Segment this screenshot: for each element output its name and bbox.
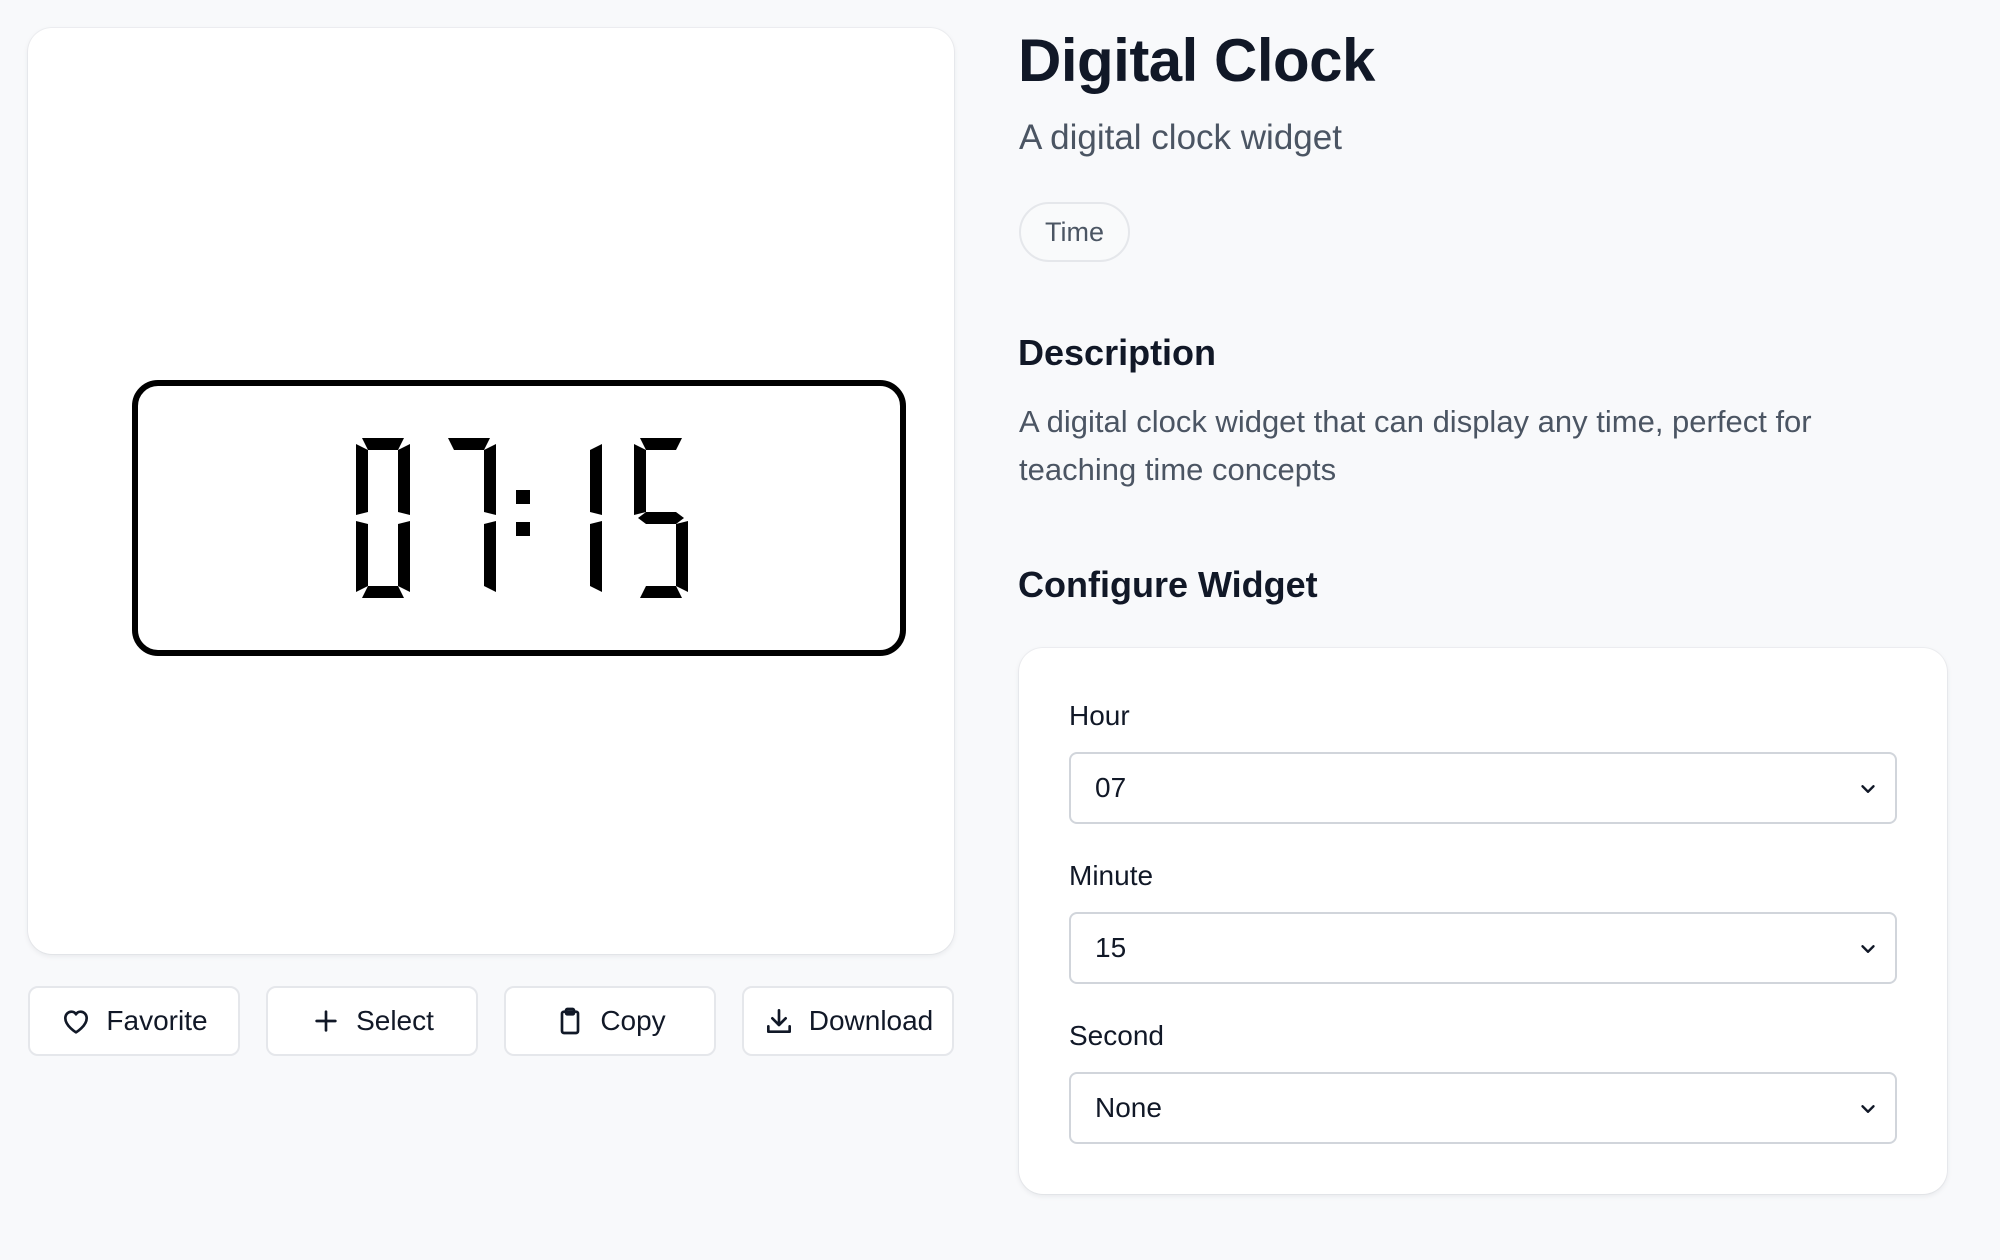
minute-label: Minute (1069, 860, 1154, 891)
clock-segment (362, 438, 404, 450)
favorite-button[interactable]: Favorite (28, 986, 240, 1056)
select-button[interactable]: Select (266, 986, 478, 1056)
clock-digit-4 (634, 438, 688, 598)
configure-panel: Hour 07 Minute 15 Second None (1019, 648, 1947, 1194)
download-button[interactable]: Download (742, 986, 954, 1056)
download-label: Download (808, 1005, 934, 1036)
widget-preview (28, 28, 954, 954)
chevron-down-icon (1861, 1105, 1875, 1113)
clock-segment (590, 444, 602, 515)
clock-segment (356, 444, 368, 515)
download-icon (763, 1005, 795, 1037)
clock-segment (398, 521, 410, 592)
hour-select[interactable]: 07 (1069, 752, 1897, 824)
category-tag[interactable]: Time (1019, 202, 1130, 262)
minute-select[interactable]: 15 (1069, 912, 1897, 984)
description-heading: Description (1018, 332, 1217, 373)
clock-segment (640, 586, 682, 598)
clock-digits (356, 438, 688, 598)
clock-segment (484, 521, 496, 592)
plus-icon (310, 1005, 342, 1037)
hour-select-value: 07 (1095, 772, 1127, 803)
description-text: A digital clock widget that can display … (1019, 404, 1812, 487)
clock-colon-dot (516, 522, 530, 536)
second-select[interactable]: None (1069, 1072, 1897, 1144)
minute-select-value: 15 (1095, 932, 1127, 963)
clock-segment (638, 512, 684, 524)
clock-segment (590, 521, 602, 592)
clock-segment (398, 444, 410, 515)
favorite-label: Favorite (106, 1005, 208, 1036)
clock-segment (640, 438, 682, 450)
digital-clock-display (132, 380, 906, 656)
clock-segment (484, 444, 496, 515)
page-subtitle: A digital clock widget (1019, 118, 1342, 157)
clock-segment (448, 438, 490, 450)
select-label: Select (356, 1005, 434, 1036)
chevron-down-icon (1861, 945, 1875, 953)
second-select-value: None (1095, 1092, 1162, 1123)
clock-segment (362, 586, 404, 598)
clock-digit-1 (356, 438, 410, 598)
clock-digit-2 (448, 438, 496, 592)
clock-segment (356, 521, 368, 592)
clock-colon (516, 490, 530, 536)
clock-segment (634, 444, 646, 515)
clock-colon-dot (516, 490, 530, 504)
heart-icon (60, 1005, 92, 1037)
chevron-down-icon (1861, 785, 1875, 793)
configure-heading: Configure Widget (1018, 564, 1318, 605)
second-label: Second (1069, 1020, 1164, 1051)
copy-label: Copy (600, 1005, 666, 1036)
clock-segment (676, 521, 688, 592)
page-title: Digital Clock (1018, 27, 1375, 94)
clipboard-icon (554, 1005, 586, 1037)
copy-button[interactable]: Copy (504, 986, 716, 1056)
hour-label: Hour (1069, 700, 1130, 731)
clock-digit-3 (590, 444, 602, 592)
